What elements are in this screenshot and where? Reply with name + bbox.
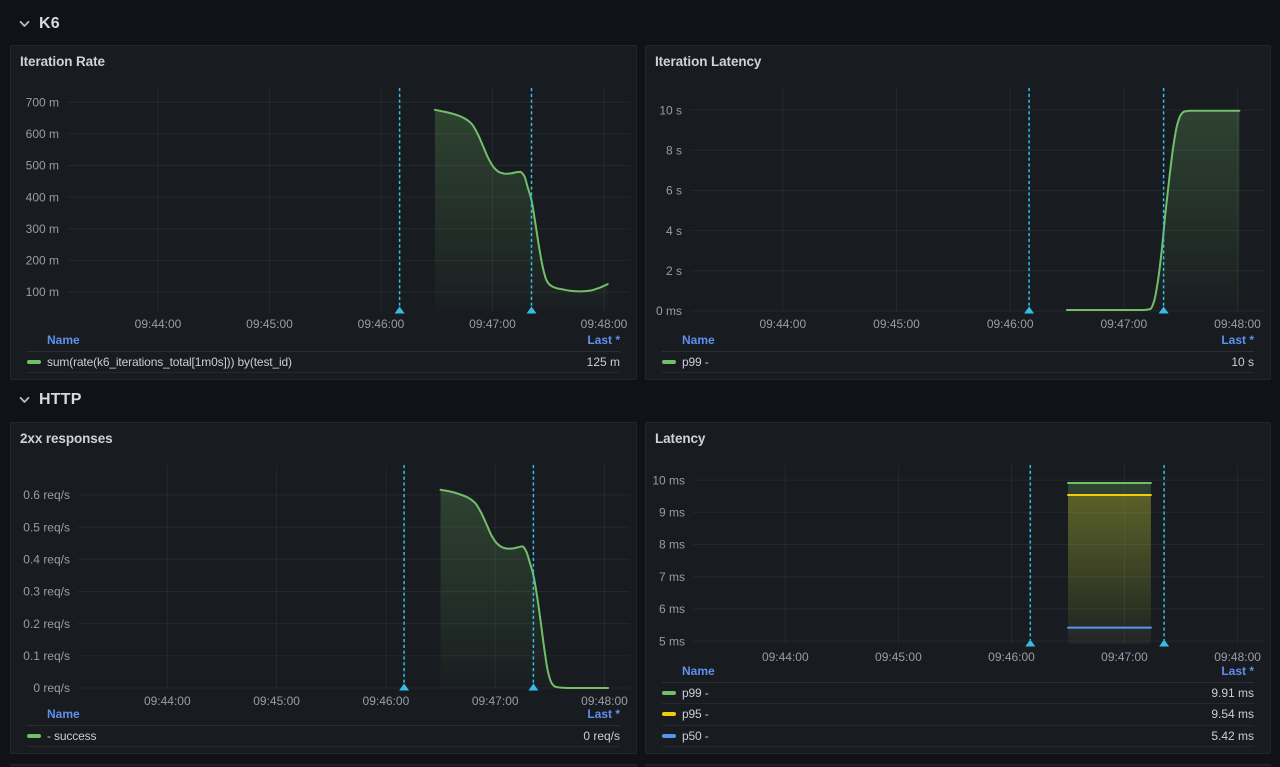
annotation-marker[interactable] — [1159, 640, 1169, 647]
y-axis-tick-label: 8 s — [666, 143, 682, 157]
y-axis-tick-label: 300 m — [26, 222, 59, 236]
series-fill — [1068, 628, 1151, 644]
legend-series-swatch — [662, 691, 676, 695]
panel-title[interactable]: Iteration Latency — [655, 54, 761, 69]
y-axis-tick-label: 200 m — [26, 254, 59, 268]
legend-series-value: 5.42 ms — [1211, 729, 1254, 743]
legend: NameLast *- success0 req/s — [27, 704, 620, 747]
series-fill — [1067, 111, 1239, 311]
annotation-marker[interactable] — [1024, 307, 1034, 314]
y-axis-tick-label: 0.5 req/s — [23, 520, 70, 534]
legend-row: p99 -10 s — [662, 352, 1254, 374]
legend-series-label[interactable]: p50 - — [682, 729, 1211, 743]
legend-header-value[interactable]: Last * — [1221, 664, 1254, 678]
series-fill — [435, 110, 608, 311]
legend-series-swatch — [662, 734, 676, 738]
y-axis-tick-label: 6 s — [666, 184, 682, 198]
y-axis-tick-label: 10 s — [659, 103, 682, 117]
y-axis-tick-label: 7 ms — [659, 570, 685, 584]
legend: NameLast *p99 -9.91 msp95 -9.54 msp50 -5… — [662, 661, 1254, 747]
legend-header-row: NameLast * — [662, 330, 1254, 352]
series — [1067, 111, 1239, 311]
legend-series-swatch — [662, 360, 676, 364]
y-axis-tick-label: 5 ms — [659, 634, 685, 648]
legend-header-value[interactable]: Last * — [1221, 333, 1254, 347]
annotation-marker[interactable] — [395, 307, 405, 314]
legend-header-row: NameLast * — [662, 661, 1254, 683]
legend-series-value: 0 req/s — [583, 729, 620, 743]
legend-row: p95 -9.54 ms — [662, 704, 1254, 726]
legend-series-label[interactable]: p99 - — [682, 355, 1231, 369]
legend-series-swatch — [27, 734, 41, 738]
panel-title[interactable]: Iteration Rate — [20, 54, 105, 69]
grid — [693, 465, 1264, 644]
legend-header-value[interactable]: Last * — [587, 707, 620, 721]
chevron-down-icon — [19, 396, 30, 404]
y-axis-tick-label: 0 req/s — [33, 681, 70, 695]
legend-series-value: 125 m — [587, 355, 620, 369]
legend: NameLast *sum(rate(k6_iterations_total[1… — [27, 330, 620, 373]
y-axis-tick-label: 600 m — [26, 127, 59, 141]
annotation-marker[interactable] — [1025, 640, 1035, 647]
legend-row: p99 -9.91 ms — [662, 683, 1254, 705]
legend-row: p50 -5.42 ms — [662, 726, 1254, 748]
y-axis-tick-label: 2 s — [666, 264, 682, 278]
y-axis-tick-label: 0.3 req/s — [23, 585, 70, 599]
legend-series-swatch — [27, 360, 41, 364]
y-axis-tick-label: 0.1 req/s — [23, 649, 70, 663]
y-axis-tick-label: 10 ms — [652, 473, 685, 487]
legend-series-label[interactable]: p99 - — [682, 686, 1211, 700]
y-axis-tick-label: 8 ms — [659, 538, 685, 552]
y-axis-tick-label: 0.2 req/s — [23, 617, 70, 631]
section-title[interactable]: K6 — [39, 15, 60, 33]
series-fill — [1068, 495, 1151, 644]
y-axis-tick-label: 400 m — [26, 190, 59, 204]
section-header-k6[interactable]: K6 — [19, 12, 60, 36]
chevron-down-icon — [19, 20, 30, 28]
y-axis-tick-label: 6 ms — [659, 602, 685, 616]
series — [435, 110, 608, 311]
y-axis-tick-label: 0 ms — [656, 304, 682, 318]
annotation-marker[interactable] — [399, 684, 409, 691]
y-axis-tick-label: 0.4 req/s — [23, 552, 70, 566]
legend-header-name[interactable]: Name — [27, 333, 587, 347]
annotations — [1024, 88, 1169, 314]
legend-header-row: NameLast * — [27, 704, 620, 726]
legend-series-label[interactable]: p95 - — [682, 707, 1211, 721]
panel-title[interactable]: 2xx responses — [20, 431, 113, 446]
section-header-http[interactable]: HTTP — [19, 388, 82, 412]
panel-2xx-responses: 2xx responses 0.6 req/s 0.5 req/s 0.4 req/… — [10, 422, 637, 754]
series-fill — [441, 490, 609, 688]
legend-series-swatch — [662, 712, 676, 716]
grafana-dashboard: { "page": { "background": "#111217", "pa… — [0, 0, 1280, 767]
legend-header-name[interactable]: Name — [662, 333, 1221, 347]
legend-header-name[interactable]: Name — [662, 664, 1221, 678]
legend-series-label[interactable]: sum(rate(k6_iterations_total[1m0s])) by(… — [47, 355, 587, 369]
y-axis-tick-label: 4 s — [666, 224, 682, 238]
panel-iteration-latency: Iteration Latency 10 s8 s6 s4 s2 s0 ms09… — [645, 45, 1271, 380]
y-axis-tick-label: 500 m — [26, 159, 59, 173]
y-axis-tick-label: 700 m — [26, 95, 59, 109]
legend-series-value: 9.54 ms — [1211, 707, 1254, 721]
y-axis-tick-label: 100 m — [26, 285, 59, 299]
axes: 10 ms9 ms8 ms7 ms6 ms5 ms09:44:0009:45:0… — [652, 473, 1261, 664]
legend-series-value: 9.91 ms — [1211, 686, 1254, 700]
legend-header-value[interactable]: Last * — [587, 333, 620, 347]
series — [441, 490, 609, 688]
panel-iteration-rate: Iteration Rate 700 m 600 m 500 m 400 m 300 m… — [10, 45, 637, 380]
legend-header-name[interactable]: Name — [27, 707, 587, 721]
panel-latency: Latency 10 ms9 ms8 ms7 ms6 ms5 ms09:44:0… — [645, 422, 1271, 754]
legend-series-value: 10 s — [1231, 355, 1254, 369]
section-title[interactable]: HTTP — [39, 391, 82, 409]
y-axis-tick-label: 9 ms — [659, 506, 685, 520]
legend-header-row: NameLast * — [27, 330, 620, 352]
y-axis-tick-label: 0.6 req/s — [23, 488, 70, 502]
series — [1068, 483, 1151, 644]
panel-title[interactable]: Latency — [655, 431, 705, 446]
legend-row: sum(rate(k6_iterations_total[1m0s])) by(… — [27, 352, 620, 374]
legend: NameLast *p99 -10 s — [662, 330, 1254, 373]
grid — [78, 465, 630, 688]
legend-series-label[interactable]: - success — [47, 729, 583, 743]
legend-row: - success0 req/s — [27, 726, 620, 748]
